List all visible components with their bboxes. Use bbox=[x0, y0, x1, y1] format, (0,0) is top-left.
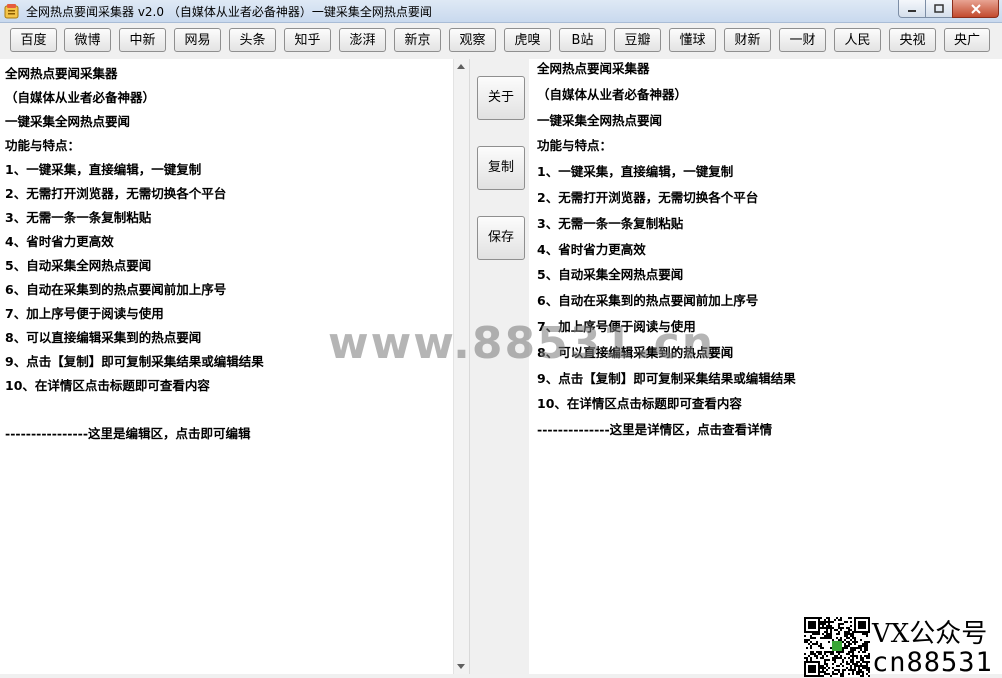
qr-code bbox=[804, 617, 870, 677]
source-button[interactable]: 央广 bbox=[944, 28, 990, 52]
source-button[interactable]: 知乎 bbox=[284, 28, 331, 52]
source-button[interactable]: B站 bbox=[559, 28, 606, 52]
maximize-button[interactable] bbox=[925, 0, 953, 18]
source-button[interactable]: 一财 bbox=[779, 28, 826, 52]
app-icon bbox=[4, 4, 19, 19]
text-line: 5、自动采集全网热点要闻 bbox=[537, 267, 684, 283]
vx-label: VX公众号 bbox=[872, 619, 988, 649]
text-line: 全网热点要闻采集器 bbox=[5, 66, 118, 81]
text-line: 4、省时省力更高效 bbox=[5, 234, 114, 249]
close-button[interactable] bbox=[952, 0, 999, 18]
details-area[interactable]: 全网热点要闻采集器 （自媒体从业者必备神器） 一键采集全网热点要闻 功能与特点： 1、一… bbox=[529, 59, 1002, 674]
text-line: 一键采集全网热点要闻 bbox=[537, 112, 663, 128]
cn-label: cn88531 bbox=[872, 647, 993, 678]
about-button[interactable]: 关于 bbox=[477, 76, 525, 120]
close-icon bbox=[970, 3, 981, 14]
text-line: 5、自动采集全网热点要闻 bbox=[5, 258, 152, 273]
text-line: 功能与特点： bbox=[537, 138, 613, 154]
title-bar: 全网热点要闻采集器 v2.0 （自媒体从业者必备神器）一键采集全网热点要闻 bbox=[0, 0, 1002, 23]
editor-area[interactable]: 全网热点要闻采集器 （自媒体从业者必备神器） 一键采集全网热点要闻 功能与特点： 1、一… bbox=[0, 59, 470, 674]
scroll-up-icon[interactable] bbox=[457, 64, 465, 69]
text-line: 8、可以直接编辑采集到的热点要闻 bbox=[5, 330, 202, 345]
source-button[interactable]: 微博 bbox=[64, 28, 111, 52]
text-line: 9、点击【复制】即可复制采集结果或编辑结果 bbox=[5, 354, 264, 369]
text-line: 功能与特点： bbox=[5, 138, 81, 153]
source-button[interactable]: 头条 bbox=[229, 28, 276, 52]
text-line: 1、一键采集，直接编辑，一键复制 bbox=[537, 164, 734, 180]
source-button[interactable]: 财新 bbox=[724, 28, 771, 52]
source-button[interactable]: 新京 bbox=[394, 28, 441, 52]
text-line: 7、加上序号便于阅读与使用 bbox=[537, 318, 696, 334]
source-button[interactable]: 网易 bbox=[174, 28, 221, 52]
text-line: --------------这里是详情区，点击查看详情 bbox=[537, 422, 773, 438]
window-title: 全网热点要闻采集器 v2.0 （自媒体从业者必备神器）一键采集全网热点要闻 bbox=[26, 5, 432, 19]
text-line bbox=[5, 402, 264, 426]
text-line: ----------------这里是编辑区，点击即可编辑 bbox=[5, 426, 251, 441]
text-line: 10、在详情区点击标题即可查看内容 bbox=[537, 396, 742, 412]
text-line: （自媒体从业者必备神器） bbox=[537, 86, 688, 102]
source-toolbar: 百度 微博 中新 网易 头条 知乎 澎湃 新京 观察 虎嗅 B站 豆瓣 懂球 财新 一财 人民 央视 央广 bbox=[0, 22, 1002, 58]
text-line: 3、无需一条一条复制粘贴 bbox=[537, 215, 684, 231]
scroll-down-icon[interactable] bbox=[457, 664, 465, 669]
minimize-button[interactable] bbox=[898, 0, 926, 18]
source-button[interactable]: 中新 bbox=[119, 28, 166, 52]
editor-text[interactable]: 全网热点要闻采集器 （自媒体从业者必备神器） 一键采集全网热点要闻 功能与特点： 1、一… bbox=[5, 66, 264, 450]
text-line: 全网热点要闻采集器 bbox=[537, 61, 650, 76]
text-line: 6、自动在采集到的热点要闻前加上序号 bbox=[5, 282, 227, 297]
minimize-icon bbox=[908, 9, 916, 12]
text-line: 1、一键采集，直接编辑，一键复制 bbox=[5, 162, 202, 177]
text-line: 8、可以直接编辑采集到的热点要闻 bbox=[537, 344, 734, 360]
source-button[interactable]: 澎湃 bbox=[339, 28, 386, 52]
maximize-icon bbox=[934, 3, 944, 13]
text-line: 10、在详情区点击标题即可查看内容 bbox=[5, 378, 210, 393]
source-button[interactable]: 豆瓣 bbox=[614, 28, 661, 52]
text-line: 7、加上序号便于阅读与使用 bbox=[5, 306, 164, 321]
source-button[interactable]: 观察 bbox=[449, 28, 496, 52]
text-line: 一键采集全网热点要闻 bbox=[5, 114, 131, 129]
text-line: 9、点击【复制】即可复制采集结果或编辑结果 bbox=[537, 370, 796, 386]
save-button[interactable]: 保存 bbox=[477, 216, 525, 260]
source-button[interactable]: 虎嗅 bbox=[504, 28, 551, 52]
text-line: 6、自动在采集到的热点要闻前加上序号 bbox=[537, 293, 759, 309]
text-line: 2、无需打开浏览器，无需切换各个平台 bbox=[537, 189, 759, 205]
text-line: 2、无需打开浏览器，无需切换各个平台 bbox=[5, 186, 227, 201]
editor-scrollbar[interactable] bbox=[453, 59, 469, 674]
source-button[interactable]: 百度 bbox=[10, 28, 57, 52]
source-button[interactable]: 懂球 bbox=[669, 28, 716, 52]
text-line: （自媒体从业者必备神器） bbox=[5, 90, 156, 105]
copy-button[interactable]: 复制 bbox=[477, 146, 525, 190]
source-button[interactable]: 央视 bbox=[889, 28, 936, 52]
text-line: 4、省时省力更高效 bbox=[537, 241, 646, 257]
details-text[interactable]: 全网热点要闻采集器 （自媒体从业者必备神器） 一键采集全网热点要闻 功能与特点： 1、一… bbox=[537, 61, 796, 448]
source-button[interactable]: 人民 bbox=[834, 28, 881, 52]
text-line: 3、无需一条一条复制粘贴 bbox=[5, 210, 152, 225]
